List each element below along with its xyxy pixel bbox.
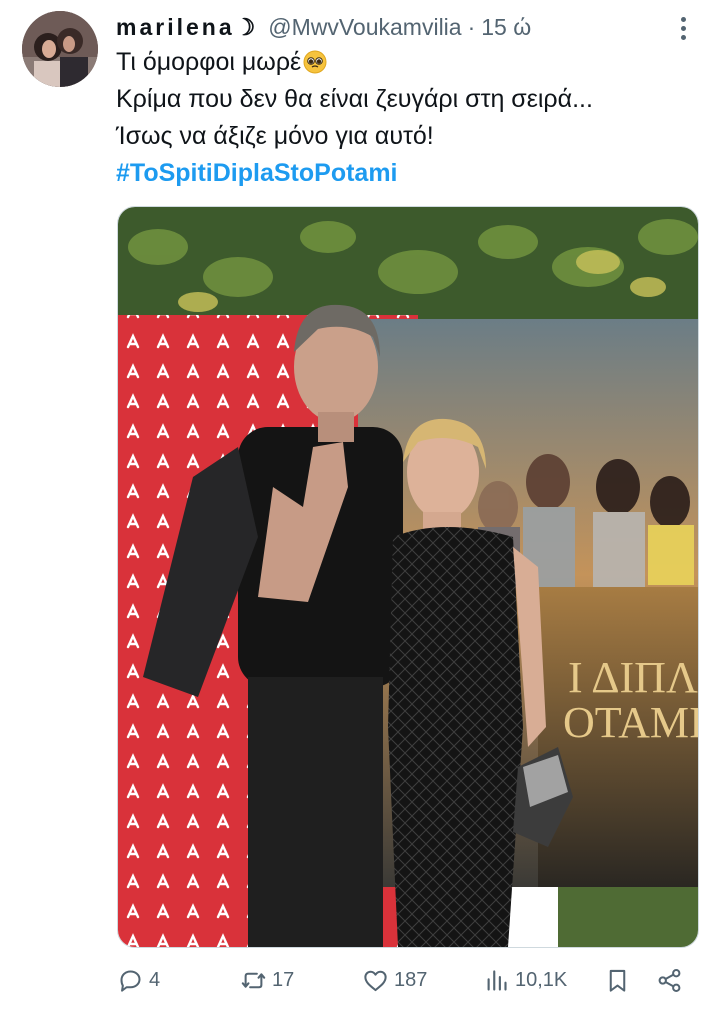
reply-button[interactable]: 4 <box>117 958 160 1002</box>
heart-icon <box>364 970 387 991</box>
like-count: 187 <box>394 968 428 991</box>
reply-count: 4 <box>149 968 161 991</box>
poster-title-line-1: Ι ΔΙΠΛ <box>568 653 698 702</box>
tweet-line-3: Ίσως να άξιζε μόνο για αυτό! <box>116 122 434 150</box>
like-button[interactable]: 187 <box>362 958 427 1002</box>
tweet-line-1: Τι όμορφοι μωρέ <box>116 44 706 81</box>
separator: · <box>467 13 476 40</box>
reply-icon <box>120 969 141 992</box>
retweet-icon <box>241 972 266 988</box>
views-chart-icon <box>487 969 507 991</box>
bookmark-button[interactable] <box>604 958 631 1002</box>
hashtag-link[interactable]: #ToSpitiDiplaStoPotami <box>116 155 706 192</box>
user-handle[interactable]: @MwvVoukamvilia <box>268 14 461 41</box>
tweet-header: marilena☽ @MwvVoukamvilia · 15 ώ <box>116 10 531 44</box>
display-name[interactable]: marilena☽ <box>116 14 258 41</box>
avatar[interactable] <box>22 11 98 87</box>
tweet-line-2: Κρίμα που δεν θα είναι ζευγάρι στη σειρά… <box>116 85 593 113</box>
avatar-image <box>22 11 98 87</box>
retweet-count: 17 <box>272 968 295 991</box>
more-options-icon[interactable] <box>668 13 698 43</box>
share-icon <box>658 968 681 992</box>
bookmark-icon <box>609 969 626 992</box>
photo-image: Ι ΔΙΠΛ ΟΤΑΜΙ <box>118 207 698 947</box>
retweet-button[interactable]: 17 <box>240 958 294 1002</box>
share-button[interactable] <box>656 958 683 1002</box>
tweet-actions: 4 17 187 10,1K <box>117 958 697 1002</box>
tweet-line-1-text: Τι όμορφοι μωρέ <box>116 48 302 76</box>
poster-title-line-2: ΟΤΑΜΙ <box>563 698 698 747</box>
pleading-face-emoji-icon <box>303 50 327 74</box>
view-count: 10,1K <box>515 968 568 991</box>
tweet-photo[interactable]: Ι ΔΙΠΛ ΟΤΑΜΙ <box>117 206 699 948</box>
views-button[interactable]: 10,1K <box>483 958 567 1002</box>
timestamp[interactable]: 15 ώ <box>481 14 531 41</box>
tweet-text: Τι όμορφοι μωρέ Κρίμα που δεν θα είναι ζ… <box>116 44 706 192</box>
